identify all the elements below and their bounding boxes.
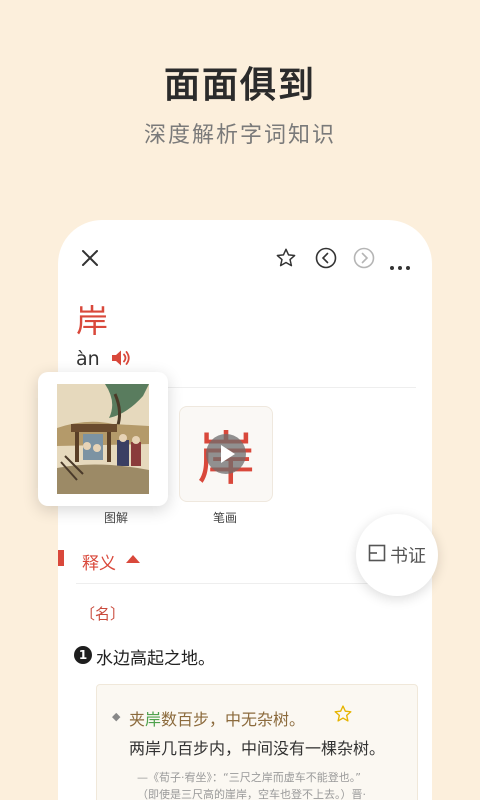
example-source-line: （即使是三尺高的崖岸，空车也登不上去。）晋· — [137, 788, 366, 800]
example-before: 夹 — [129, 710, 146, 729]
book-icon — [368, 544, 386, 566]
entry-pinyin: àn — [76, 348, 100, 370]
illustration-label: 图解 — [104, 511, 129, 525]
entry-character: 岸 — [76, 302, 109, 340]
caret-up-icon[interactable] — [126, 555, 140, 563]
star-outline-icon[interactable] — [275, 247, 297, 273]
example-sentence: 夹岸数百步，中无杂树。 — [129, 706, 305, 730]
example-box: ◆ 夹岸数百步，中无杂树。 两岸几百步内，中间没有一棵杂树。 —《荀子·宥坐》：… — [96, 684, 418, 800]
illustration-image — [57, 384, 149, 494]
divider — [76, 583, 376, 584]
sense-number: 1 — [74, 646, 92, 664]
stroke-order-card[interactable]: 岸 — [179, 406, 273, 502]
chevron-left-circle-icon[interactable] — [315, 247, 337, 273]
example-after: 数百步，中无杂树。 — [161, 710, 306, 729]
part-of-speech: 〔名〕 — [80, 605, 126, 623]
example-translation: 两岸几百步内，中间没有一棵杂树。 — [129, 739, 386, 758]
example-highlight: 岸 — [145, 710, 162, 729]
sense-text: 水边高起之地。 — [96, 649, 215, 669]
section-title[interactable]: 释义 — [82, 549, 116, 574]
play-icon[interactable] — [206, 434, 246, 474]
speaker-icon[interactable] — [110, 347, 132, 373]
illustration-card[interactable] — [38, 372, 168, 506]
promo-headline: 面面俱到 — [163, 65, 316, 106]
more-dots-icon[interactable] — [389, 256, 411, 275]
promo-subline: 深度解析字词知识 — [143, 123, 336, 148]
close-icon[interactable] — [80, 248, 100, 272]
star-outline-icon[interactable] — [333, 704, 353, 728]
chevron-right-circle-icon[interactable] — [353, 247, 375, 273]
section-marker — [58, 550, 64, 566]
stroke-label: 笔画 — [213, 511, 238, 525]
citation-button[interactable]: 书证 — [356, 514, 438, 596]
example-source-line: —《荀子·宥坐》：“三尺之岸而虚车不能登也。” — [137, 771, 361, 784]
citation-label: 书证 — [390, 546, 426, 567]
diamond-bullet-icon: ◆ — [112, 710, 121, 723]
